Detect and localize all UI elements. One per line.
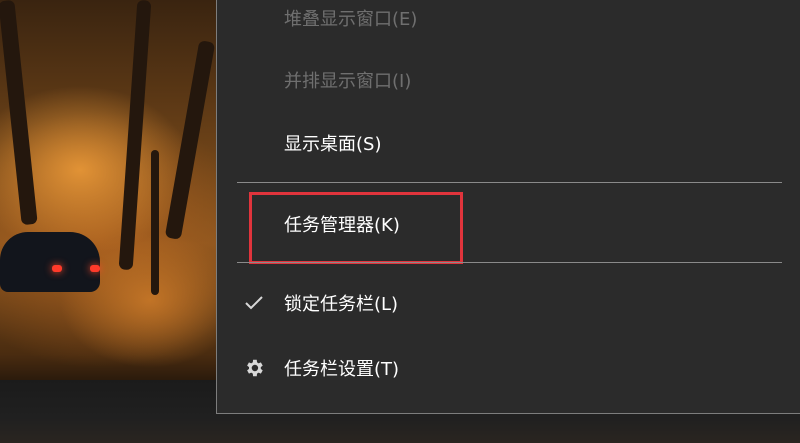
menu-item-label: 并排显示窗口(I) [284, 71, 412, 92]
menu-separator [237, 182, 782, 183]
taskbar-context-menu: 堆叠显示窗口(E) 并排显示窗口(I) 显示桌面(S) 任务管理器(K) 锁定任… [216, 0, 800, 414]
car-tail-light [52, 265, 62, 272]
car-tail-light [90, 265, 100, 272]
menu-item-cascade-windows: 堆叠显示窗口(E) [217, 0, 800, 38]
menu-item-taskbar-settings[interactable]: 任务栏设置(T) [217, 348, 800, 388]
checkmark-icon [241, 290, 267, 316]
highlight-box [249, 192, 463, 264]
lamp-post [151, 150, 159, 295]
menu-item-label: 锁定任务栏(L) [284, 294, 399, 315]
parked-car [0, 232, 100, 292]
menu-item-label: 显示桌面(S) [284, 134, 382, 155]
gear-icon [241, 355, 267, 381]
menu-item-show-side-by-side: 并排显示窗口(I) [217, 60, 800, 100]
menu-item-lock-taskbar[interactable]: 锁定任务栏(L) [217, 283, 800, 323]
menu-item-label: 任务栏设置(T) [284, 359, 400, 380]
menu-item-label: 堆叠显示窗口(E) [284, 9, 418, 30]
menu-separator [237, 262, 782, 263]
menu-item-show-desktop[interactable]: 显示桌面(S) [217, 123, 800, 163]
